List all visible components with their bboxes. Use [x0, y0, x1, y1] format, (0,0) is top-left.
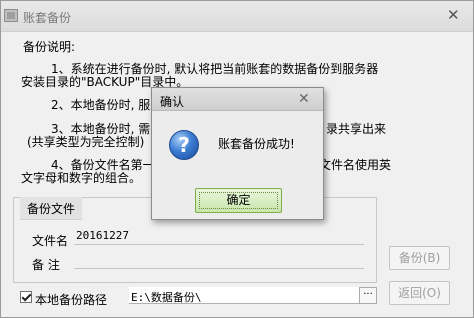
- dialog-close-icon[interactable]: ✕: [298, 91, 310, 107]
- ok-button[interactable]: 确定: [195, 188, 282, 213]
- backup-window: 账套备份 ✕ 备份说明: 1、系统在进行备份时, 默认将把当前账套的数据备份到服…: [0, 0, 474, 318]
- group-legend: 备份文件: [20, 197, 83, 220]
- local-path-value: E:\数据备份\: [131, 291, 202, 304]
- window-title: 账套备份: [23, 11, 72, 25]
- description-line: 文字母和数字的组合。: [21, 171, 142, 185]
- question-icon: ?: [169, 130, 199, 160]
- dialog-message: 账套备份成功!: [218, 137, 295, 151]
- note-underline: [74, 268, 364, 269]
- note-label: 备 注: [32, 258, 60, 272]
- description-line: 文件名使用英: [319, 158, 392, 172]
- filename-underline: [74, 244, 364, 245]
- app-icon: [4, 9, 18, 22]
- browse-button[interactable]: ···: [359, 287, 377, 304]
- back-button[interactable]: 返回(O): [389, 281, 450, 305]
- dialog-title-bar: 确认 ✕: [152, 88, 323, 111]
- title-bar: 账套备份 ✕: [1, 1, 473, 32]
- description-line: (共享类型为完全控制): [27, 135, 145, 149]
- local-path-checkbox[interactable]: [20, 291, 32, 303]
- description-heading: 备份说明:: [23, 40, 76, 54]
- filename-input[interactable]: 20161227: [76, 229, 129, 242]
- backup-button[interactable]: 备份(B): [389, 246, 450, 270]
- local-path-label: 本地备份路径: [35, 293, 108, 307]
- description-line: 2、本地备份时, 服: [51, 98, 151, 112]
- dialog-title: 确认: [160, 95, 185, 109]
- confirm-dialog: 确认 ✕ ? 账套备份成功! 确定: [151, 87, 324, 220]
- filename-label: 文件名: [32, 234, 69, 248]
- close-icon[interactable]: ✕: [447, 8, 460, 23]
- description-line: 录共享出来: [326, 122, 387, 136]
